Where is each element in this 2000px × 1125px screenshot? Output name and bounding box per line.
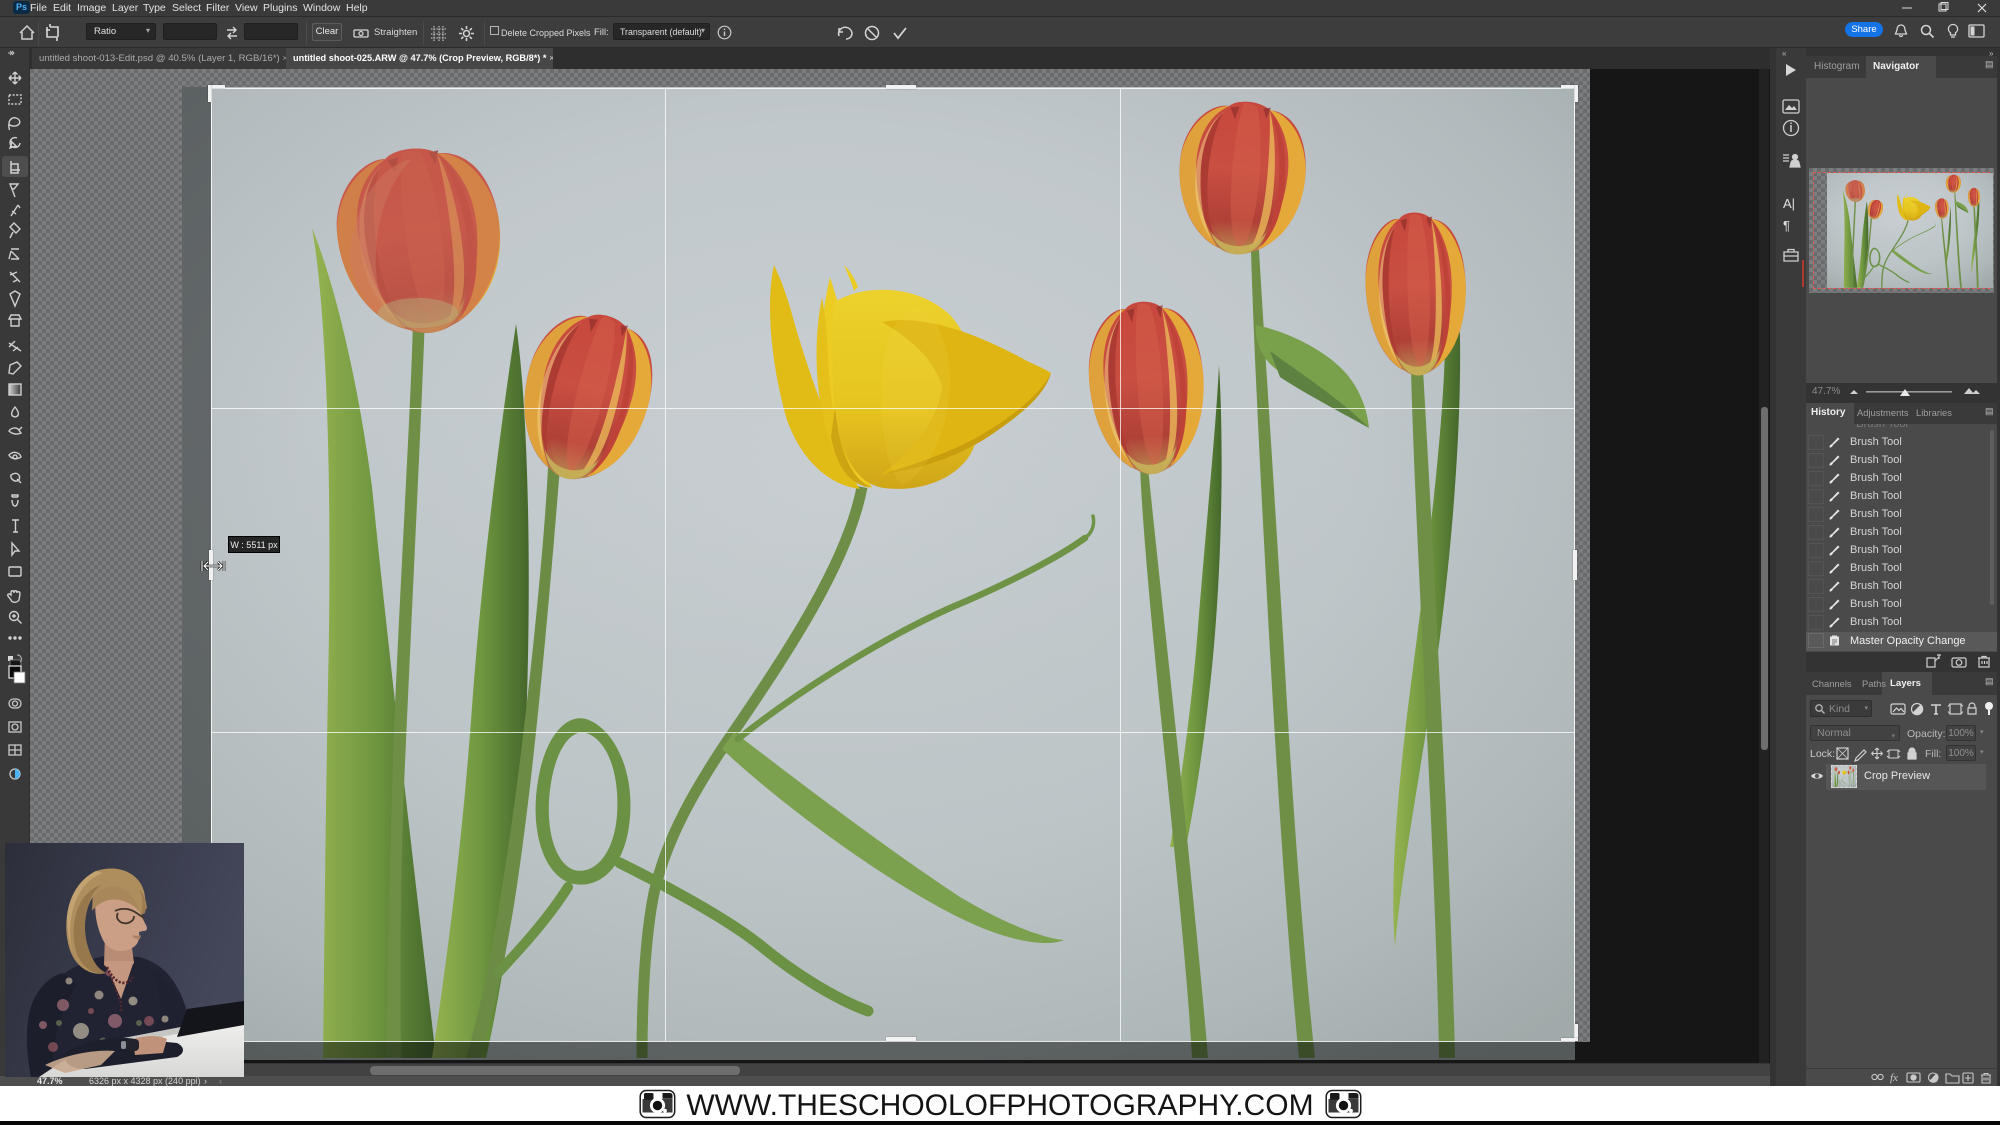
svg-text:A|: A| <box>1783 196 1795 211</box>
svg-text:¶: ¶ <box>1783 218 1790 233</box>
svg-text:fx: fx <box>1890 1072 1898 1084</box>
